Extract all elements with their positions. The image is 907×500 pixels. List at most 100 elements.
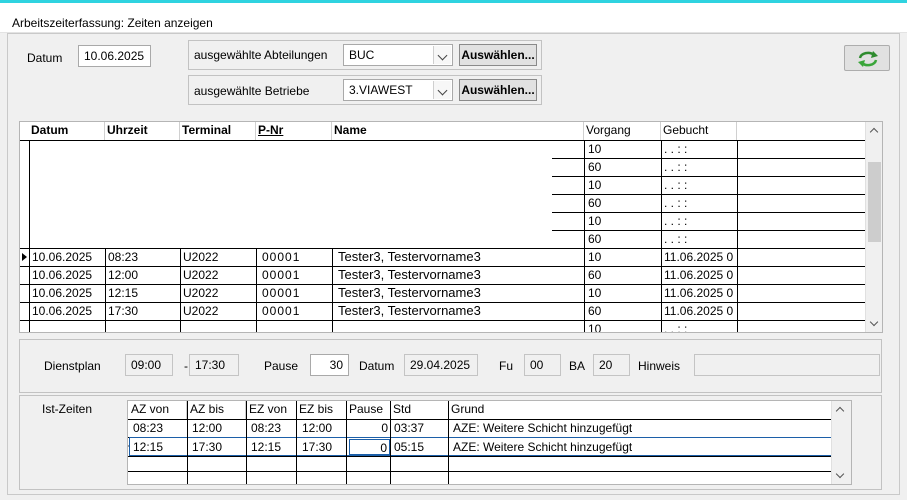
pause-field[interactable]: 30 <box>310 354 349 376</box>
table-cell[interactable]: 10 <box>586 176 601 194</box>
dienstplan-datum: 29.04.2025 <box>404 354 478 376</box>
table-cell[interactable]: U2022 <box>181 302 218 320</box>
table-cell[interactable]: 17:30 <box>300 438 332 456</box>
betriebe-select-button[interactable]: Auswählen... <box>459 79 537 101</box>
scroll-thumb[interactable] <box>868 162 881 242</box>
table-cell[interactable]: 12:15 <box>249 438 281 456</box>
table-cell[interactable]: 12:00 <box>300 419 332 437</box>
header-separator <box>20 140 865 141</box>
refresh-button[interactable] <box>844 45 890 71</box>
table-cell[interactable]: Tester3, Testervorname3 <box>336 284 481 302</box>
table-cell[interactable]: 10 <box>586 248 601 266</box>
table-cell[interactable]: 10 <box>586 320 601 332</box>
col-header-pnr[interactable]: P-Nr <box>256 122 332 140</box>
table-cell[interactable]: . . : : <box>662 230 687 248</box>
table-cell[interactable]: 60 <box>586 194 601 212</box>
table-cell[interactable]: 0 <box>349 439 390 455</box>
abteilungen-select[interactable]: BUC <box>343 44 453 66</box>
table-cell[interactable]: 11.06.2025 0 <box>662 248 733 266</box>
col-header-uhrzeit[interactable]: Uhrzeit <box>105 122 180 140</box>
col-header-az-bis[interactable]: AZ bis <box>188 401 246 419</box>
table-cell[interactable]: Tester3, Testervorname3 <box>336 248 481 266</box>
table-cell[interactable]: 00001 <box>260 284 300 302</box>
scroll-up-icon[interactable] <box>866 122 882 139</box>
col-header-gebucht[interactable]: Gebucht <box>661 122 737 140</box>
abteilungen-label: ausgewählte Abteilungen <box>194 48 328 62</box>
hinweis-label: Hinweis <box>638 359 681 373</box>
table-cell[interactable]: 10.06.2025 <box>30 302 92 320</box>
dienstplan-from: 09:00 <box>125 354 173 376</box>
table-cell[interactable]: U2022 <box>181 284 218 302</box>
table-cell[interactable]: 10.06.2025 <box>30 248 92 266</box>
table-cell[interactable]: 11.06.2025 0 <box>662 302 733 320</box>
table-cell[interactable]: 08:23 <box>106 248 138 266</box>
table-cell[interactable]: 00001 <box>260 248 300 266</box>
table-cell[interactable]: . . : : <box>662 176 687 194</box>
table-cell[interactable]: 60 <box>586 158 601 176</box>
table-cell[interactable]: 08:23 <box>249 419 281 437</box>
scroll-up-icon[interactable] <box>832 401 849 418</box>
col-header-ez-bis[interactable]: EZ bis <box>297 401 347 419</box>
col-header-terminal[interactable]: Terminal <box>180 122 256 140</box>
table-cell[interactable]: 08:23 <box>131 419 163 437</box>
betriebe-select[interactable]: 3.VIAWEST <box>343 79 453 101</box>
pause-label: Pause <box>264 359 299 373</box>
table-cell[interactable]: 0 <box>347 419 390 437</box>
table-cell[interactable]: 00001 <box>260 302 300 320</box>
abteilungen-group: ausgewählte Abteilungen BUC Auswählen... <box>188 40 542 70</box>
table-cell[interactable]: 00001 <box>260 266 300 284</box>
col-header-std[interactable]: Std <box>391 401 449 419</box>
ist-zeiten-grid[interactable]: AZ von AZ bis EZ von EZ bis Pause Std Gr… <box>127 400 852 485</box>
datum-field[interactable]: 10.06.2025 <box>78 45 151 67</box>
table-cell[interactable]: 12:15 <box>131 438 163 456</box>
table-cell[interactable]: 11.06.2025 0 <box>662 266 733 284</box>
chevron-down-icon[interactable] <box>433 46 451 64</box>
col-header-ez-von[interactable]: EZ von <box>247 401 297 419</box>
col-header-az-von[interactable]: AZ von <box>129 401 187 419</box>
table-cell[interactable]: 12:00 <box>190 419 222 437</box>
scroll-down-icon[interactable] <box>832 467 849 484</box>
table-cell[interactable]: 60 <box>586 266 601 284</box>
table-cell[interactable]: 17:30 <box>106 302 138 320</box>
times-grid-scrollbar[interactable] <box>865 122 882 332</box>
col-header-vorgang[interactable]: Vorgang <box>584 122 661 140</box>
datum-label-2: Datum <box>359 359 395 373</box>
table-cell[interactable]: . . : : <box>662 212 687 230</box>
col-header-pause[interactable]: Pause <box>347 401 391 419</box>
table-cell[interactable]: 03:37 <box>392 419 424 437</box>
table-cell[interactable]: . . : : <box>662 320 687 332</box>
table-cell[interactable]: U2022 <box>181 248 218 266</box>
table-cell[interactable]: 12:00 <box>106 266 138 284</box>
table-cell[interactable]: . . : : <box>662 140 687 158</box>
table-cell[interactable]: U2022 <box>181 266 218 284</box>
table-cell[interactable]: 10.06.2025 <box>30 266 92 284</box>
table-cell[interactable]: 60 <box>586 302 601 320</box>
col-header-name[interactable]: Name <box>332 122 584 140</box>
table-cell[interactable]: 10 <box>586 284 601 302</box>
table-cell[interactable]: 12:15 <box>106 284 138 302</box>
ist-zeiten-scrollbar[interactable] <box>831 401 851 484</box>
abteilungen-value: BUC <box>349 48 375 62</box>
table-cell[interactable]: AZE: Weitere Schicht hinzugefügt <box>451 438 632 456</box>
table-cell[interactable]: . . : : <box>662 194 687 212</box>
ba-field: 20 <box>593 354 630 376</box>
table-cell[interactable]: 05:15 <box>392 438 424 456</box>
col-header-grund[interactable]: Grund <box>449 401 829 419</box>
table-cell[interactable]: Tester3, Testervorname3 <box>336 302 481 320</box>
dienstplan-to: 17:30 <box>189 354 239 376</box>
col-header-datum[interactable]: Datum <box>29 122 105 140</box>
fu-field: 00 <box>524 354 561 376</box>
table-cell[interactable]: 17:30 <box>190 438 222 456</box>
table-cell[interactable]: . . : : <box>662 158 687 176</box>
table-cell[interactable]: 10.06.2025 <box>30 284 92 302</box>
times-grid[interactable]: Datum Uhrzeit Terminal P-Nr Name Vorgang… <box>19 121 883 333</box>
table-cell[interactable]: 11.06.2025 0 <box>662 284 733 302</box>
table-cell[interactable]: AZE: Weitere Schicht hinzugefügt <box>451 419 632 437</box>
abteilungen-select-button[interactable]: Auswählen... <box>459 44 537 66</box>
table-cell[interactable]: Tester3, Testervorname3 <box>336 266 481 284</box>
table-cell[interactable]: 60 <box>586 230 601 248</box>
table-cell[interactable]: 10 <box>586 140 601 158</box>
table-cell[interactable]: 10 <box>586 212 601 230</box>
scroll-down-icon[interactable] <box>866 315 882 332</box>
chevron-down-icon[interactable] <box>433 81 451 99</box>
